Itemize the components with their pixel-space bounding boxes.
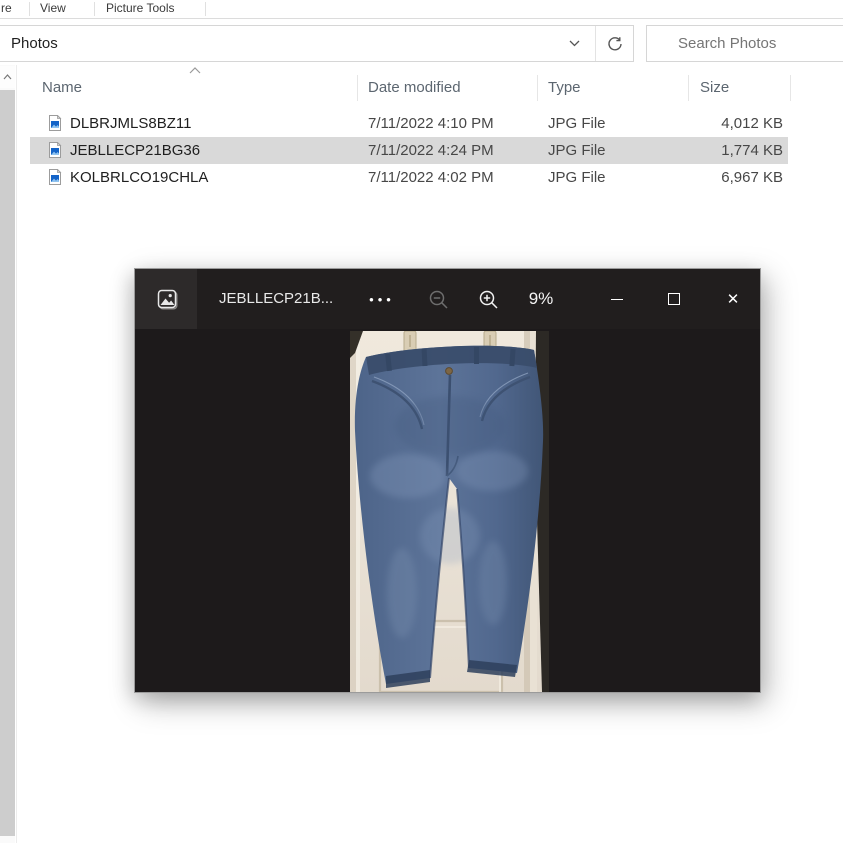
tab-separator xyxy=(205,2,206,16)
file-name: DLBRJMLS8BZ11 xyxy=(70,115,192,132)
scrollbar-up-button[interactable] xyxy=(0,66,15,88)
tab-separator xyxy=(29,2,30,16)
image-file-icon xyxy=(49,115,62,131)
zoom-in-button[interactable] xyxy=(467,269,509,329)
see-more-button[interactable]: ••• xyxy=(355,269,405,329)
maximize-icon xyxy=(668,293,680,305)
viewer-title: JEBLLECP21B... xyxy=(219,290,334,307)
pane-separator xyxy=(16,65,17,843)
refresh-button[interactable] xyxy=(597,26,633,61)
column-separator[interactable] xyxy=(537,75,538,101)
column-header-name[interactable]: Name xyxy=(42,74,82,102)
photo-jeans-on-door xyxy=(350,331,549,692)
file-name: KOLBRLCO19CHLA xyxy=(70,169,209,186)
tab-picture-tools[interactable]: Picture Tools xyxy=(106,0,174,17)
column-header-size[interactable]: Size xyxy=(700,74,729,102)
zoom-in-icon xyxy=(479,290,498,309)
sort-ascending-icon xyxy=(189,67,201,74)
scrollbar-thumb[interactable] xyxy=(0,90,15,836)
chevron-down-icon xyxy=(569,40,579,47)
close-icon: ✕ xyxy=(726,291,740,308)
column-header-date-modified[interactable]: Date modified xyxy=(368,74,461,102)
image-file-icon xyxy=(49,169,62,185)
search-box[interactable] xyxy=(646,25,843,62)
zoom-level-label: 9% xyxy=(528,289,554,308)
close-button[interactable]: ✕ xyxy=(710,278,756,320)
viewer-titlebar[interactable]: JEBLLECP21B... ••• 9% ✕ xyxy=(135,269,760,329)
column-separator[interactable] xyxy=(688,75,689,101)
file-size: 6,967 KB xyxy=(721,169,783,186)
address-bar[interactable]: Photos xyxy=(0,25,634,62)
file-row-selected[interactable]: JEBLLECP21BG36 7/11/2022 4:24 PM JPG Fil… xyxy=(30,137,788,164)
zoom-out-button[interactable] xyxy=(417,269,459,329)
file-type: JPG File xyxy=(548,142,606,159)
photos-viewer-window: JEBLLECP21B... ••• 9% ✕ xyxy=(134,268,761,693)
file-date-modified: 7/11/2022 4:10 PM xyxy=(368,115,494,132)
chevron-up-icon xyxy=(3,74,12,80)
ribbon-tab-strip: re View Picture Tools xyxy=(0,0,843,19)
minimize-button[interactable] xyxy=(594,278,640,320)
explorer-window: re View Picture Tools Photos Search Phot… xyxy=(0,0,843,843)
file-size: 4,012 KB xyxy=(721,115,783,132)
photos-app-icon xyxy=(157,289,177,309)
file-type: JPG File xyxy=(548,169,606,186)
file-row[interactable]: DLBRJMLS8BZ11 7/11/2022 4:10 PM JPG File… xyxy=(30,110,788,137)
refresh-icon xyxy=(608,36,622,50)
file-date-modified: 7/11/2022 4:24 PM xyxy=(368,142,494,159)
file-date-modified: 7/11/2022 4:02 PM xyxy=(368,169,494,186)
minimize-icon xyxy=(611,298,623,300)
file-size: 1,774 KB xyxy=(721,142,783,159)
file-row[interactable]: KOLBRLCO19CHLA 7/11/2022 4:02 PM JPG Fil… xyxy=(30,164,788,191)
photos-app-button[interactable] xyxy=(135,269,197,329)
column-header-type[interactable]: Type xyxy=(548,74,581,102)
zoom-out-icon xyxy=(429,290,448,309)
maximize-button[interactable] xyxy=(651,278,697,320)
file-type: JPG File xyxy=(548,115,606,132)
search-input[interactable] xyxy=(678,35,843,52)
tab-separator xyxy=(94,2,95,16)
column-separator[interactable] xyxy=(357,75,358,101)
tab-view[interactable]: View xyxy=(40,0,66,17)
image-file-icon xyxy=(49,142,62,158)
file-name: JEBLLECP21BG36 xyxy=(70,142,201,159)
column-separator[interactable] xyxy=(790,75,791,101)
address-location-text: Photos xyxy=(11,35,58,52)
address-dropdown-button[interactable] xyxy=(555,26,593,61)
tab-share-partial[interactable]: re xyxy=(1,0,12,17)
address-separator xyxy=(595,26,596,61)
viewer-canvas xyxy=(135,329,760,692)
